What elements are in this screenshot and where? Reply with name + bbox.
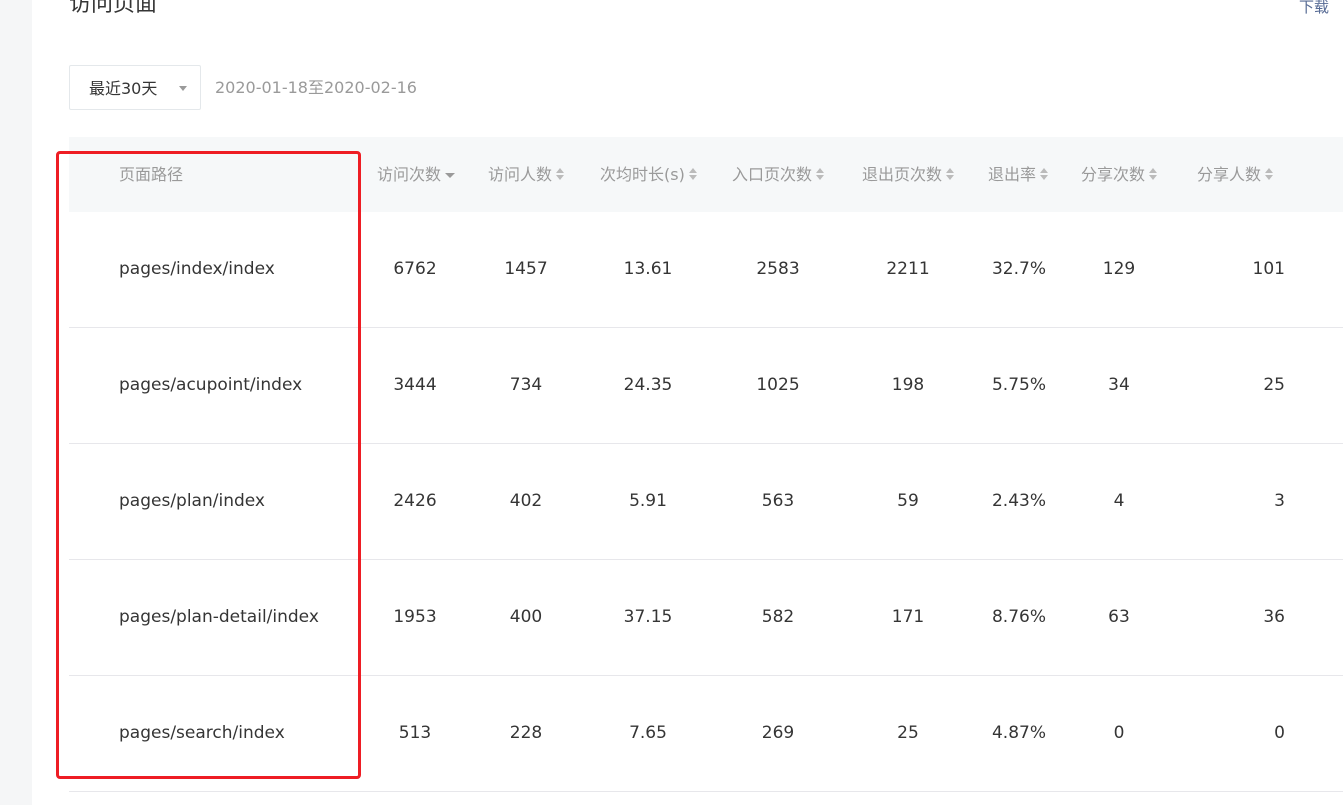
column-header-avg-duration[interactable]: 次均时长(s) [600, 137, 698, 212]
exit-count-cell: 2211 [886, 259, 930, 279]
sort-icon [945, 167, 955, 181]
avg-duration-cell: 24.35 [623, 375, 673, 395]
visitors-cell: 402 [509, 491, 543, 511]
sort-icon [815, 167, 825, 181]
exit-count-cell: 59 [897, 491, 919, 511]
sort-icon [1148, 167, 1158, 181]
visitors-cell: 228 [509, 723, 543, 743]
page-path-cell: pages/acupoint/index [119, 375, 303, 395]
page-title: 访问页面 [69, 0, 158, 17]
chevron-down-icon [179, 86, 187, 91]
share-users-cell: 101 [1252, 259, 1285, 279]
share-users-cell: 36 [1263, 607, 1285, 627]
avg-duration-cell: 13.61 [623, 259, 673, 279]
table-row: pages/acupoint/index 3444 734 24.35 1025… [69, 328, 1343, 444]
exit-count-cell: 198 [891, 375, 925, 395]
visits-cell: 6762 [393, 259, 437, 279]
date-range-text: 2020-01-18至2020-02-16 [215, 78, 417, 97]
avg-duration-cell: 7.65 [629, 723, 667, 743]
visits-cell: 2426 [393, 491, 437, 511]
entry-count-cell: 1025 [756, 375, 800, 395]
avg-duration-cell: 37.15 [623, 607, 673, 627]
avg-duration-cell: 5.91 [629, 491, 667, 511]
exit-rate-cell: 8.76% [991, 607, 1047, 627]
table-row: pages/plan/index 2426 402 5.91 563 59 2.… [69, 444, 1343, 560]
entry-count-cell: 2583 [756, 259, 800, 279]
exit-rate-cell: 5.75% [991, 375, 1047, 395]
table-row: pages/plan-detail/index 1953 400 37.15 5… [69, 560, 1343, 676]
page-path-cell: pages/search/index [119, 723, 285, 743]
share-users-cell: 0 [1274, 723, 1285, 743]
sort-desc-icon [445, 173, 456, 178]
entry-count-cell: 269 [761, 723, 795, 743]
share-count-cell: 63 [1108, 607, 1130, 627]
exit-count-cell: 171 [891, 607, 925, 627]
date-range-select[interactable]: 最近30天 [69, 65, 201, 110]
column-header-visitors[interactable]: 访问人数 [488, 137, 565, 212]
sort-icon [1264, 167, 1274, 181]
sort-icon [1039, 167, 1049, 181]
visitors-cell: 734 [509, 375, 543, 395]
page-path-cell: pages/plan-detail/index [119, 607, 319, 627]
exit-rate-cell: 32.7% [991, 259, 1047, 279]
visits-cell: 3444 [393, 375, 437, 395]
entry-count-cell: 582 [761, 607, 795, 627]
page-path-cell: pages/index/index [119, 259, 275, 279]
sort-icon [688, 167, 698, 181]
share-count-cell: 4 [1113, 491, 1125, 511]
visitors-cell: 400 [509, 607, 543, 627]
share-count-cell: 0 [1113, 723, 1125, 743]
share-count-cell: 129 [1102, 259, 1136, 279]
download-link[interactable]: 下载 [1299, 0, 1329, 18]
visits-cell: 1953 [393, 607, 437, 627]
sort-icon [555, 167, 565, 181]
column-header-exit-rate[interactable]: 退出率 [988, 137, 1049, 212]
column-header-share-users[interactable]: 分享人数 [1197, 137, 1274, 212]
exit-count-cell: 25 [897, 723, 919, 743]
exit-rate-cell: 4.87% [991, 723, 1047, 743]
date-range-select-label: 最近30天 [89, 79, 158, 98]
entry-count-cell: 563 [761, 491, 795, 511]
share-count-cell: 34 [1108, 375, 1130, 395]
column-header-visits[interactable]: 访问次数 [377, 137, 456, 212]
page-path-cell: pages/plan/index [119, 491, 265, 511]
visits-cell: 513 [398, 723, 432, 743]
column-header-page-path: 页面路径 [119, 165, 184, 184]
column-header-entry-count[interactable]: 入口页次数 [732, 137, 825, 212]
page-panel: 访问页面 下载 最近30天 2020-01-18至2020-02-16 页面路径… [32, 0, 1343, 805]
column-header-share-count[interactable]: 分享次数 [1081, 137, 1158, 212]
exit-rate-cell: 2.43% [991, 491, 1047, 511]
table-row: pages/index/index 6762 1457 13.61 2583 2… [69, 212, 1343, 328]
share-users-cell: 3 [1274, 491, 1285, 511]
visitors-cell: 1457 [504, 259, 548, 279]
table-row: pages/search/index 513 228 7.65 269 25 4… [69, 676, 1343, 792]
share-users-cell: 25 [1263, 375, 1285, 395]
column-header-exit-count[interactable]: 退出页次数 [862, 137, 955, 212]
table-header: 页面路径 访问次数 访问人数 次均时长(s) 入口页次数 退出页次数 退出率 分… [69, 137, 1343, 212]
